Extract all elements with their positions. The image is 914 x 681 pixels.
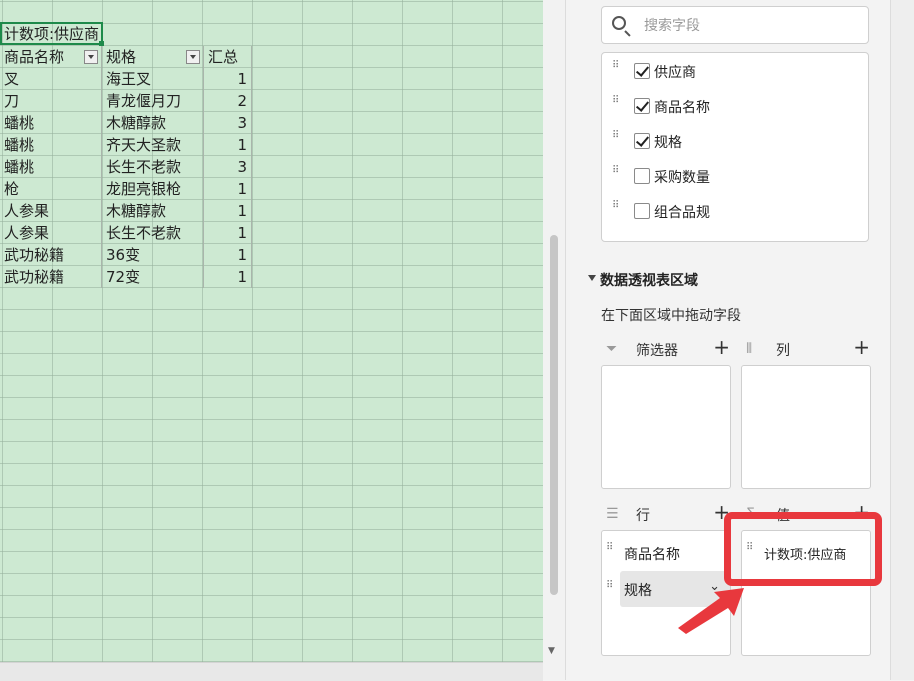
total-cell[interactable]: 1 — [204, 244, 252, 266]
field-label: 组合品规 — [654, 205, 710, 221]
field-checkbox[interactable] — [634, 133, 650, 149]
total-cell[interactable]: 1 — [204, 222, 252, 244]
product-cell[interactable]: 武功秘籍 — [0, 266, 102, 288]
product-cell[interactable]: 刀 — [0, 90, 102, 112]
field-checkbox[interactable] — [634, 203, 650, 219]
total-cell[interactable]: 3 — [204, 156, 252, 178]
field-checkbox[interactable] — [634, 63, 650, 79]
field-label: 商品名称 — [654, 100, 710, 116]
drag-grip-icon[interactable]: ⠿ — [606, 543, 613, 553]
drag-grip-icon[interactable]: ⠿ — [606, 581, 613, 591]
spreadsheet-grid[interactable]: 计数项:供应商 商品名称 规格 汇总 叉海王叉 1 刀青龙偃月刀 2 蟠桃 木糖醇款 3 蟠桃… — [0, 0, 543, 662]
total-cell[interactable]: 1 — [204, 178, 252, 200]
selected-cell-outline — [0, 22, 103, 45]
filter-dropdown-icon[interactable] — [186, 50, 200, 64]
total-cell[interactable]: 1 — [204, 134, 252, 156]
spec-cell[interactable]: 龙胆亮银枪 — [102, 178, 204, 200]
annotation-arrow-icon — [678, 588, 744, 634]
total-cell[interactable]: 1 — [204, 266, 252, 288]
filter-dropdown-icon[interactable] — [84, 50, 98, 64]
spec-cell[interactable]: 72变 — [102, 266, 204, 288]
drag-grip-icon[interactable]: ⠿ — [612, 201, 620, 219]
field-item[interactable]: ⠿ 采购数量 — [602, 159, 868, 194]
spec-cell[interactable]: 海王叉 — [102, 68, 204, 90]
field-checkbox[interactable] — [634, 98, 650, 114]
drag-grip-icon[interactable]: ⠿ — [612, 96, 620, 114]
product-cell[interactable]: 蟠桃 — [0, 112, 102, 134]
scroll-down-icon[interactable]: ▼ — [548, 646, 555, 656]
header-cell-total[interactable]: 汇总 — [204, 46, 252, 68]
fill-handle[interactable] — [99, 41, 104, 46]
product-cell[interactable]: 人参果 — [0, 200, 102, 222]
highlight-box — [724, 512, 882, 586]
search-icon — [612, 16, 626, 30]
field-label: 规格 — [654, 135, 682, 151]
row-icon: ☰ — [606, 506, 619, 522]
horizontal-scrollbar[interactable] — [0, 662, 543, 681]
column-icon: ⦀ — [746, 341, 753, 357]
spec-cell[interactable]: 36变 — [102, 244, 204, 266]
spec-cell[interactable]: 长生不老款 — [102, 222, 204, 244]
header-cell-spec[interactable]: 规格 — [102, 46, 204, 68]
product-cell[interactable]: 枪 — [0, 178, 102, 200]
pivot-area-hint: 在下面区域中拖动字段 — [601, 308, 741, 324]
product-cell[interactable]: 蟠桃 — [0, 134, 102, 156]
row-zone-label: 行 — [636, 508, 650, 524]
row-chip-product[interactable]: ⠿ 商品名称 — [602, 535, 730, 571]
collapse-caret-icon[interactable] — [588, 275, 596, 281]
spec-cell[interactable]: 长生不老款 — [102, 156, 204, 178]
row-chip-label: 商品名称 — [624, 547, 680, 563]
search-input[interactable] — [642, 15, 856, 37]
spec-cell[interactable]: 木糖醇款 — [102, 200, 204, 222]
filter-zone-header: ⏷ 筛选器 + — [606, 335, 730, 362]
product-cell[interactable]: 人参果 — [0, 222, 102, 244]
scrollbar-thumb[interactable] — [550, 235, 558, 595]
product-cell[interactable]: 蟠桃 — [0, 156, 102, 178]
add-column-button[interactable]: + — [853, 335, 870, 359]
product-cell[interactable]: 武功秘籍 — [0, 244, 102, 266]
drag-grip-icon[interactable]: ⠿ — [612, 131, 620, 149]
field-item[interactable]: ⠿ 商品名称 — [602, 89, 868, 124]
total-cell[interactable]: 1 — [204, 68, 252, 90]
field-list: ⠿ 供应商 ⠿ 商品名称 ⠿ 规格 ⠿ 采购数量 ⠿ 组合品规 — [601, 52, 869, 242]
spec-cell[interactable]: 木糖醇款 — [102, 112, 204, 134]
field-item[interactable]: ⠿ 供应商 — [602, 54, 868, 89]
product-cell[interactable]: 叉 — [0, 68, 102, 90]
field-label: 供应商 — [654, 65, 696, 81]
column-zone-label: 列 — [776, 343, 790, 359]
column-zone-header: ⦀ 列 + — [746, 335, 870, 362]
field-item[interactable]: ⠿ 组合品规 — [602, 194, 868, 229]
field-checkbox[interactable] — [634, 168, 650, 184]
panel-side-gutter — [890, 0, 914, 680]
vertical-scrollbar[interactable]: ▼ — [543, 0, 565, 680]
total-cell[interactable]: 3 — [204, 112, 252, 134]
header-label-spec: 规格 — [106, 48, 137, 66]
field-item[interactable]: ⠿ 规格 — [602, 124, 868, 159]
spec-cell[interactable]: 齐天大圣款 — [102, 134, 204, 156]
filter-zone-label: 筛选器 — [636, 343, 678, 359]
header-label-product: 商品名称 — [4, 48, 65, 66]
filter-zone[interactable] — [601, 365, 731, 489]
filter-funnel-icon: ⏷ — [606, 341, 618, 357]
field-label: 采购数量 — [654, 170, 710, 186]
add-filter-button[interactable]: + — [713, 335, 730, 359]
spec-cell[interactable]: 青龙偃月刀 — [102, 90, 204, 112]
total-cell[interactable]: 2 — [204, 90, 252, 112]
drag-grip-icon[interactable]: ⠿ — [612, 61, 620, 79]
search-box[interactable] — [601, 6, 869, 44]
row-zone-header: ☰ 行 + — [606, 500, 730, 527]
drag-grip-icon[interactable]: ⠿ — [612, 166, 620, 184]
total-cell[interactable]: 1 — [204, 200, 252, 222]
row-chip-label: 规格 — [624, 583, 652, 599]
column-zone[interactable] — [741, 365, 871, 489]
header-cell-product[interactable]: 商品名称 — [0, 46, 102, 68]
pivot-area-title[interactable]: 数据透视表区域 — [600, 270, 698, 290]
